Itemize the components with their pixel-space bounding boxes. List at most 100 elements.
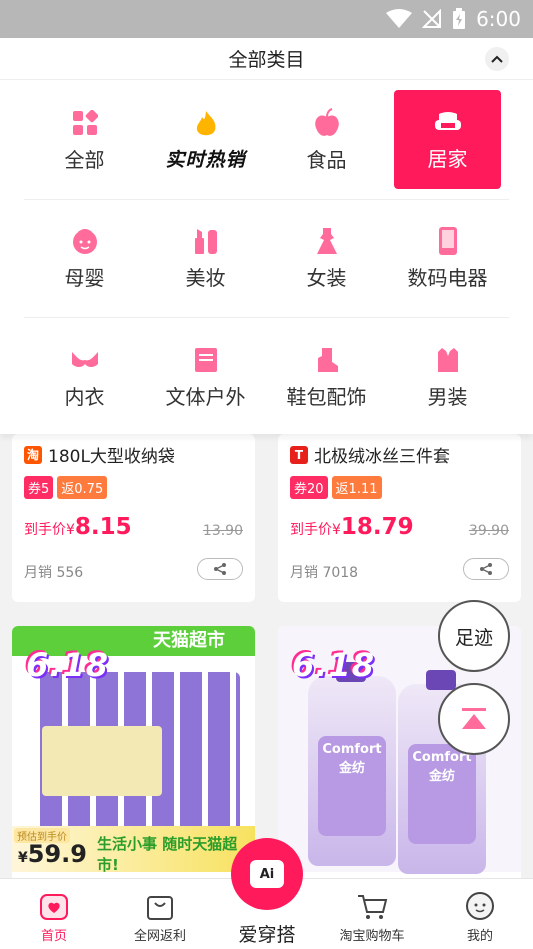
tab-label: 淘宝购物车 bbox=[339, 929, 405, 944]
category-underwear[interactable]: 内衣 bbox=[24, 318, 145, 436]
product-title: T 北极绒冰丝三件套 bbox=[290, 442, 450, 467]
tab-home[interactable]: 首页 bbox=[4, 879, 104, 949]
monthly-sales: 月销 556 bbox=[24, 565, 84, 581]
promo-price: ¥59.9 bbox=[18, 840, 87, 868]
monthly-sales: 月销 7018 bbox=[290, 565, 359, 581]
category-title: 全部类目 bbox=[228, 49, 305, 71]
product-price: 到手价¥ 8.15 bbox=[24, 514, 132, 540]
product-price: 到手价¥ 18.79 bbox=[290, 514, 414, 540]
category-label: 母婴 bbox=[64, 266, 105, 290]
product-badges: 券20 返1.11 bbox=[290, 476, 382, 499]
status-time: 6:00 bbox=[476, 7, 521, 31]
price-label: 到手价¥ bbox=[290, 522, 341, 538]
category-all[interactable]: 全部 bbox=[24, 82, 145, 199]
badge-618: 6.18 bbox=[292, 646, 375, 684]
rebate-badge: 返0.75 bbox=[57, 476, 108, 499]
category-label: 数码电器 bbox=[407, 266, 488, 290]
collapse-button[interactable] bbox=[485, 47, 509, 71]
category-label: 居家 bbox=[427, 147, 468, 171]
share-button[interactable] bbox=[463, 558, 509, 580]
cosmetics-icon bbox=[191, 226, 221, 256]
coupon-badge: 券20 bbox=[290, 476, 328, 499]
tab-label: 全网返利 bbox=[133, 929, 186, 944]
promo-price-value: 59.9 bbox=[27, 840, 87, 868]
book-icon bbox=[191, 345, 221, 375]
category-label: 文体户外 bbox=[165, 384, 246, 409]
badge-618: 6.18 bbox=[26, 646, 109, 684]
product-title: 淘 180L大型收纳袋 bbox=[24, 442, 175, 467]
tab-outfit-ai[interactable]: Ai bbox=[231, 838, 303, 910]
chevron-up-icon bbox=[491, 55, 503, 63]
original-price: 13.90 bbox=[202, 523, 243, 539]
center-tab-label: 爱穿搭 bbox=[238, 924, 296, 946]
bra-icon bbox=[70, 345, 100, 375]
baby-icon bbox=[70, 226, 100, 256]
home-icon bbox=[40, 894, 68, 920]
share-icon bbox=[480, 563, 492, 575]
no-signal-icon bbox=[422, 9, 442, 29]
price-strip: 预估到手价 ¥59.9 生活小事 随时天猫超市! bbox=[12, 826, 255, 874]
category-label: 内衣 bbox=[64, 384, 105, 409]
share-button[interactable] bbox=[197, 558, 243, 580]
category-womens[interactable]: 女装 bbox=[266, 200, 387, 317]
flame-icon bbox=[191, 109, 221, 139]
category-food[interactable]: 食品 bbox=[266, 82, 387, 199]
product-card[interactable]: T 北极绒冰丝三件套 券20 返1.11 到手价¥ 18.79 39.90 月销… bbox=[278, 434, 521, 602]
product-card[interactable]: 淘 180L大型收纳袋 券5 返0.75 到手价¥ 8.15 13.90 月销 … bbox=[12, 434, 255, 602]
category-label: 全部 bbox=[64, 148, 105, 172]
product-image: 天猫超市 6.18 预估到手价 ¥59.9 生活小事 随时天猫超市! bbox=[12, 626, 255, 874]
footprint-label: 足迹 bbox=[454, 626, 493, 649]
price-value: 18.79 bbox=[340, 514, 414, 540]
tab-label: 我的 bbox=[466, 929, 493, 944]
category-row: 母婴 美妆 女装 数码电器 bbox=[24, 200, 509, 318]
category-row: 全部 实时热销 食品 居家 bbox=[24, 82, 509, 200]
price-label: 到手价¥ bbox=[24, 522, 75, 538]
tab-cart[interactable]: 淘宝购物车 bbox=[322, 879, 422, 949]
tab-rebate[interactable]: 全网返利 bbox=[110, 879, 210, 949]
price-value: 8.15 bbox=[74, 514, 132, 540]
grid-icon bbox=[70, 108, 100, 138]
phone-icon bbox=[433, 226, 463, 256]
category-mens[interactable]: 男装 bbox=[387, 318, 508, 436]
product-badges: 券5 返0.75 bbox=[24, 476, 108, 499]
tmall-badge-icon: T bbox=[290, 445, 308, 464]
category-label: 美妆 bbox=[185, 266, 226, 290]
tab-mine[interactable]: 我的 bbox=[430, 879, 530, 949]
coupon-badge: 券5 bbox=[24, 476, 54, 499]
category-label: 鞋包配饰 bbox=[286, 384, 367, 409]
category-label: 实时热销 bbox=[165, 149, 246, 171]
category-baby[interactable]: 母婴 bbox=[24, 200, 145, 317]
promo-card-tissue[interactable]: 天猫超市 6.18 预估到手价 ¥59.9 生活小事 随时天猫超市! bbox=[12, 626, 255, 886]
brand-label: Comfort 金纺 bbox=[408, 744, 476, 844]
category-label: 食品 bbox=[306, 148, 347, 172]
category-hot-sales[interactable]: 实时热销 bbox=[145, 82, 266, 199]
original-price: 39.90 bbox=[468, 523, 509, 539]
rebate-badge: 返1.11 bbox=[331, 476, 382, 499]
category-grid: 全部 实时热销 食品 居家 母婴 美妆 女装 数码电器 内衣 文体户外 鞋包配饰… bbox=[24, 82, 509, 436]
cart-icon bbox=[358, 895, 388, 919]
apple-icon bbox=[312, 108, 342, 138]
back-to-top-button[interactable] bbox=[438, 683, 510, 755]
category-digital[interactable]: 数码电器 bbox=[387, 200, 508, 317]
currency-symbol: ¥ bbox=[18, 850, 28, 866]
category-header: 全部类目 bbox=[0, 38, 533, 80]
tab-label: 首页 bbox=[40, 929, 67, 944]
category-shoes-bags[interactable]: 鞋包配饰 bbox=[266, 318, 387, 436]
shirt-icon bbox=[433, 345, 463, 375]
presale-label: 预估到手价 bbox=[14, 828, 70, 843]
category-label: 女装 bbox=[306, 266, 347, 290]
taobao-badge-icon: 淘 bbox=[24, 445, 42, 464]
status-bar: 6:00 bbox=[0, 0, 533, 38]
dress-icon bbox=[312, 226, 342, 256]
avatar-icon bbox=[466, 892, 494, 920]
arrow-up-icon bbox=[462, 708, 486, 729]
category-sports[interactable]: 文体户外 bbox=[145, 318, 266, 436]
bottle-image: Comfort 金纺 bbox=[308, 662, 396, 866]
category-label: 男装 bbox=[427, 384, 468, 409]
category-beauty[interactable]: 美妆 bbox=[145, 200, 266, 317]
wifi-icon bbox=[386, 9, 413, 29]
boot-icon bbox=[312, 345, 342, 375]
footprint-button[interactable]: 足迹 bbox=[438, 600, 510, 672]
sofa-icon bbox=[433, 107, 463, 137]
category-home[interactable]: 居家 bbox=[394, 90, 501, 189]
